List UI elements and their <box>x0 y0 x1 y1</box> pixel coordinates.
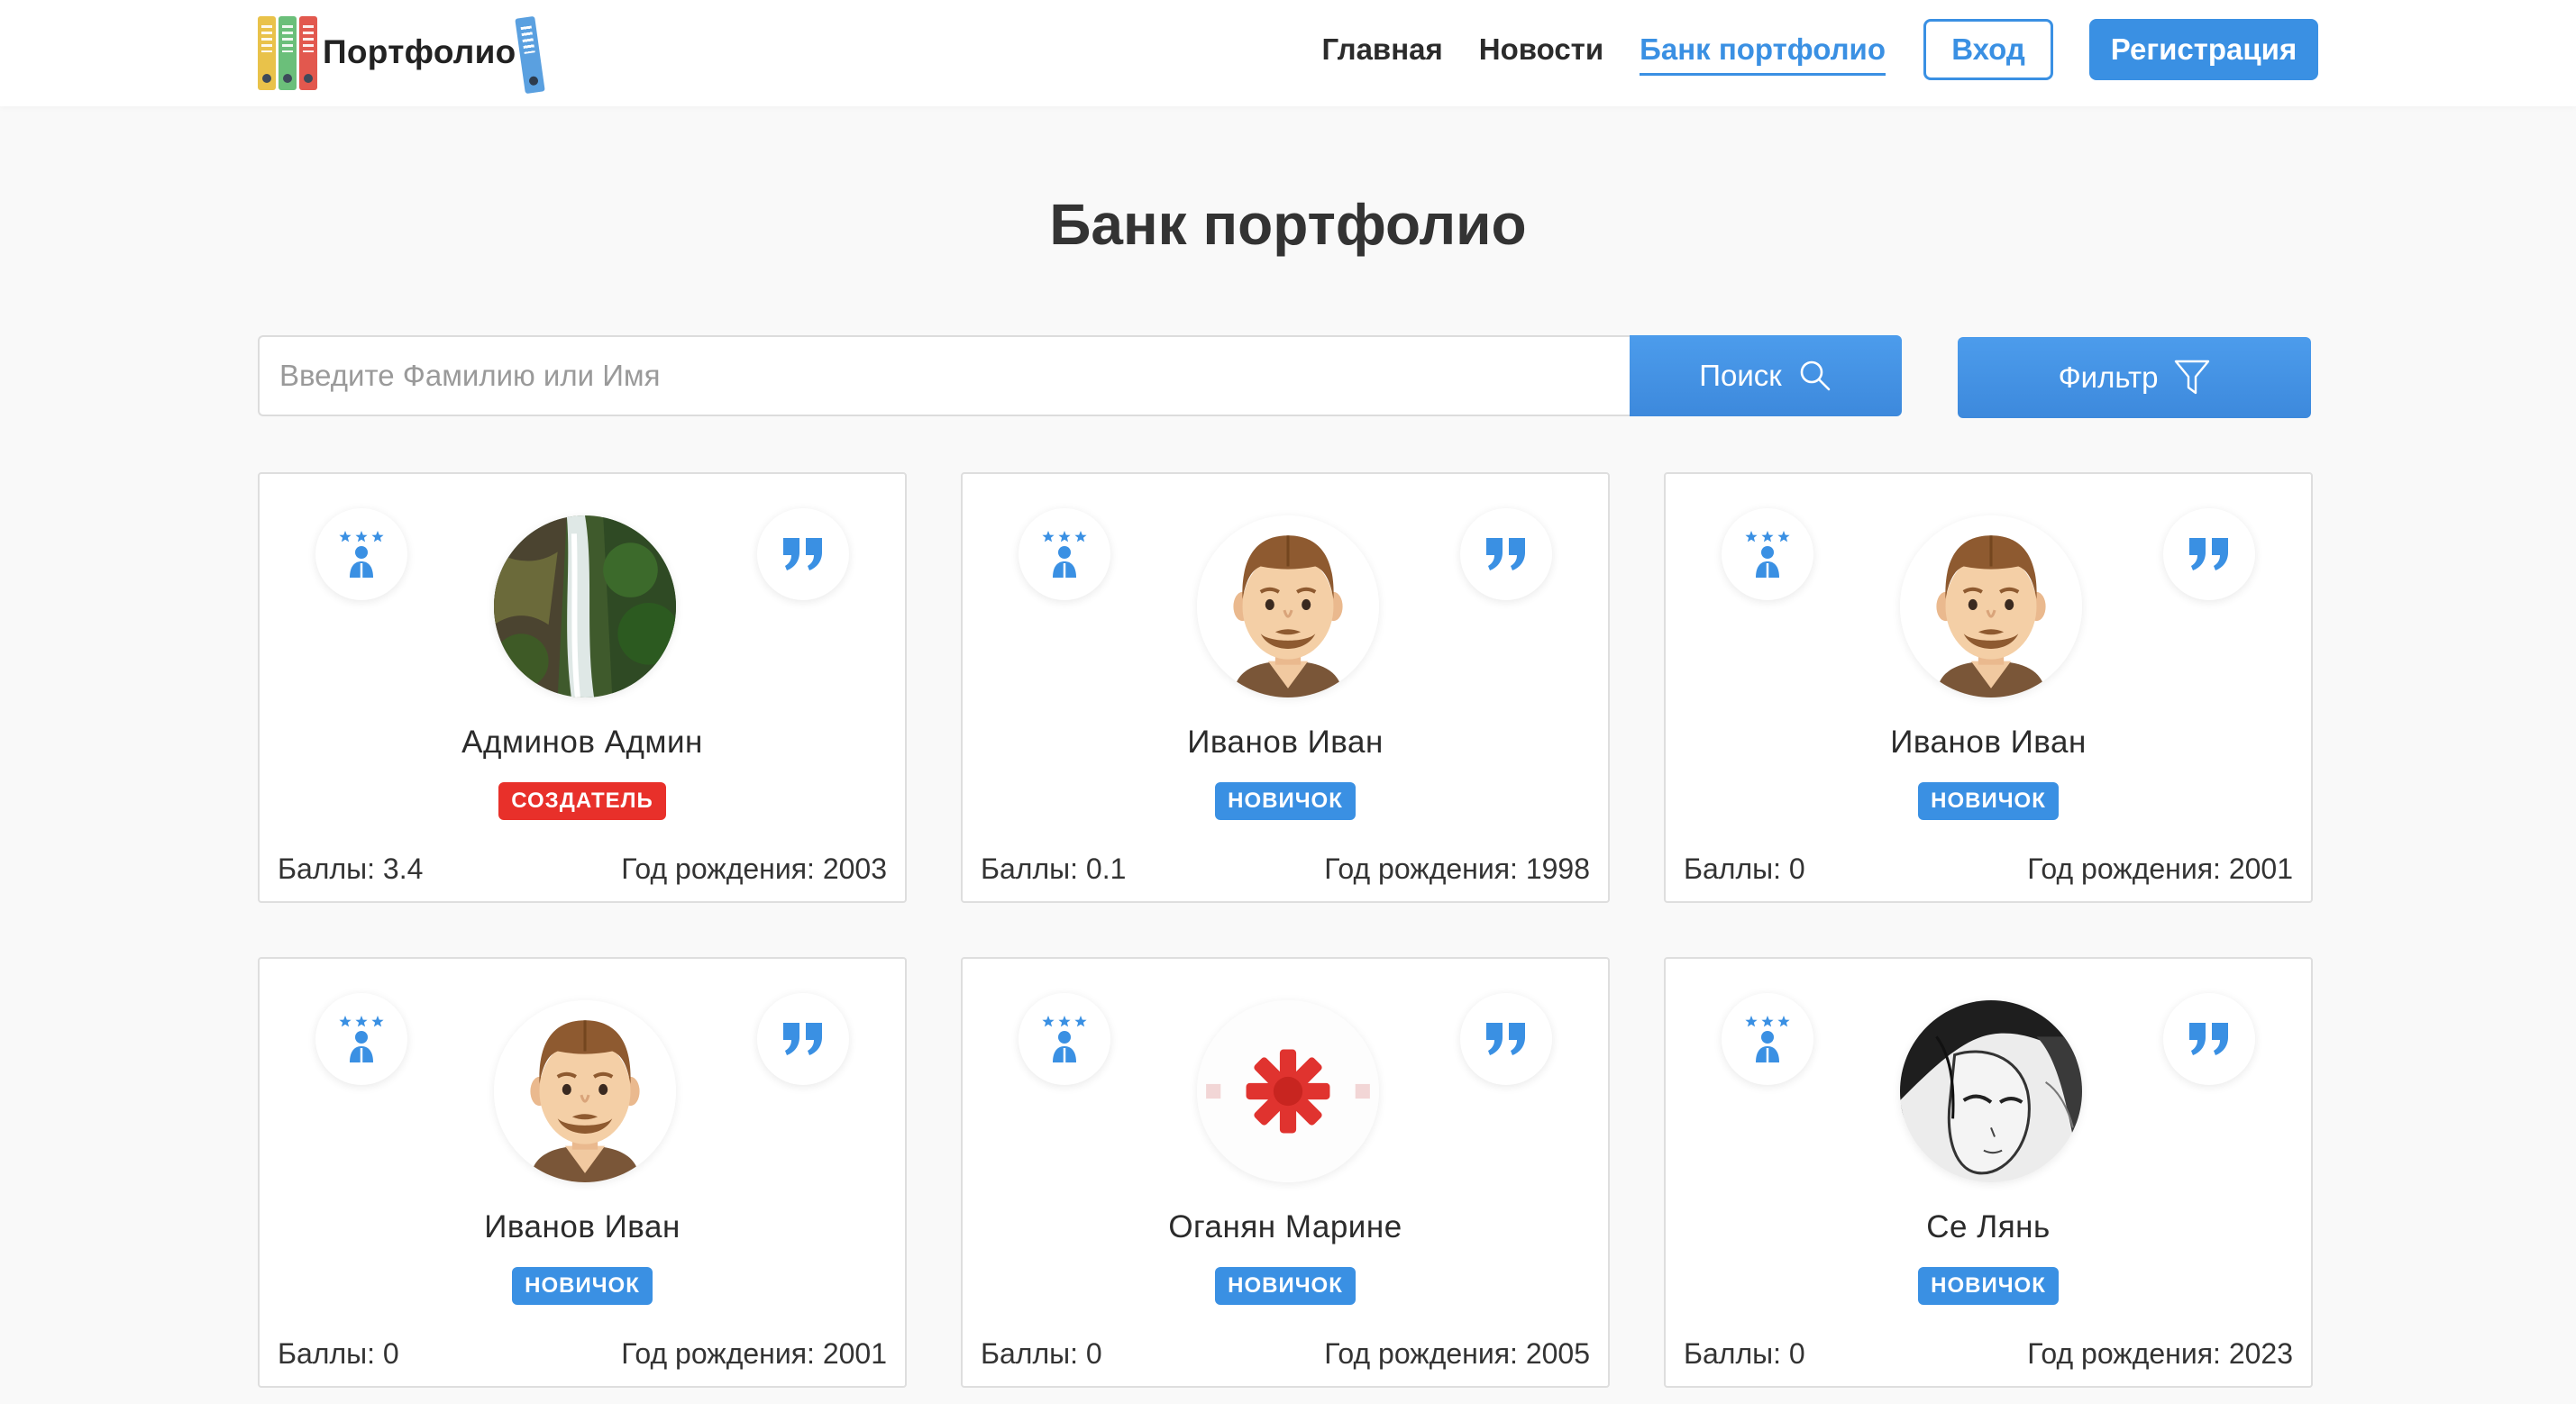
user-name[interactable]: Оганян Марине <box>963 1209 1608 1245</box>
site-header: Портфолио Главная Новости Банк портфолио… <box>0 0 2576 106</box>
avatar[interactable] <box>1900 515 2082 697</box>
quote-button[interactable] <box>2163 993 2255 1085</box>
rank-badge: СОЗДАТЕЛЬ <box>498 782 666 820</box>
portfolio-card-5[interactable]: Оганян Марине НОВИЧОК Баллы: 0 Год рожде… <box>961 957 1610 1388</box>
login-button[interactable]: Вход <box>1923 19 2053 80</box>
rating-button[interactable] <box>315 993 407 1085</box>
rating-button[interactable] <box>1019 993 1110 1085</box>
score-text: Баллы: 0 <box>278 1337 399 1370</box>
score-text: Баллы: 0 <box>981 1337 1102 1370</box>
quote-button[interactable] <box>757 993 849 1085</box>
birth-year-text: Год рождения: 2001 <box>621 1337 887 1370</box>
score-text: Баллы: 0.1 <box>981 852 1127 885</box>
quote-button[interactable] <box>2163 508 2255 600</box>
rank-badge: НОВИЧОК <box>1215 1267 1356 1305</box>
default-avatar-image <box>1197 515 1379 697</box>
stars-person-icon <box>339 531 384 578</box>
score-text: Баллы: 0 <box>1684 852 1805 885</box>
rating-button[interactable] <box>315 508 407 600</box>
site-logo[interactable]: Портфолио <box>258 11 545 95</box>
quote-icon <box>1486 1023 1525 1055</box>
portfolio-card-6[interactable]: Се Лянь НОВИЧОК Баллы: 0 Год рождения: 2… <box>1664 957 2313 1388</box>
score-text: Баллы: 0 <box>1684 1337 1805 1370</box>
nav-link-portfolio-bank[interactable]: Банк портфолио <box>1640 32 1886 76</box>
default-avatar-image <box>1900 515 2082 697</box>
portfolio-card-2[interactable]: Иванов Иван НОВИЧОК Баллы: 0.1 Год рожде… <box>961 472 1610 903</box>
user-name[interactable]: Се Лянь <box>1666 1209 2311 1245</box>
red-ornament-image <box>1197 1000 1379 1182</box>
binders-logo-icon <box>258 14 317 90</box>
quote-icon <box>783 1023 822 1055</box>
birth-year-text: Год рождения: 2005 <box>1324 1337 1590 1370</box>
score-text: Баллы: 3.4 <box>278 852 424 885</box>
stars-person-icon <box>1042 1016 1087 1062</box>
waterfall-photo-image <box>494 515 676 697</box>
birth-year-text: Год рождения: 2001 <box>2027 852 2293 885</box>
nav-link-home[interactable]: Главная <box>1322 32 1443 67</box>
search-input[interactable] <box>258 335 1630 416</box>
stars-person-icon <box>1745 531 1790 578</box>
user-name[interactable]: Иванов Иван <box>260 1209 905 1245</box>
quote-button[interactable] <box>1460 508 1552 600</box>
avatar[interactable] <box>494 1000 676 1182</box>
rank-badge: НОВИЧОК <box>1215 782 1356 820</box>
rating-button[interactable] <box>1722 508 1813 600</box>
birth-year-text: Год рождения: 2023 <box>2027 1337 2293 1370</box>
search-button-label: Поиск <box>1699 359 1782 392</box>
avatar[interactable] <box>1197 515 1379 697</box>
filter-button-label: Фильтр <box>2058 360 2159 394</box>
quote-icon <box>1486 538 1525 570</box>
portfolio-card-4[interactable]: Иванов Иван НОВИЧОК Баллы: 0 Год рождени… <box>258 957 907 1388</box>
rank-badge: НОВИЧОК <box>1918 782 2059 820</box>
portfolio-card-3[interactable]: Иванов Иван НОВИЧОК Баллы: 0 Год рождени… <box>1664 472 2313 903</box>
stars-person-icon <box>339 1016 384 1062</box>
page-title: Банк портфолио <box>1049 192 1527 257</box>
nav-link-news[interactable]: Новости <box>1479 32 1603 67</box>
main-nav: Главная Новости Банк портфолио Вход Реги… <box>1286 18 2318 81</box>
search-icon <box>1800 360 1831 391</box>
avatar[interactable] <box>1197 1000 1379 1182</box>
quote-icon <box>783 538 822 570</box>
quote-icon <box>2189 1023 2228 1055</box>
rank-badge: НОВИЧОК <box>1918 1267 2059 1305</box>
quote-button[interactable] <box>757 508 849 600</box>
stars-person-icon <box>1745 1016 1790 1062</box>
user-name[interactable]: Иванов Иван <box>1666 725 2311 761</box>
quote-button[interactable] <box>1460 993 1552 1085</box>
filter-icon <box>2175 360 2210 395</box>
rank-badge: НОВИЧОК <box>512 1267 653 1305</box>
search-button[interactable]: Поиск <box>1630 335 1902 416</box>
anime-sketch-image <box>1900 1000 2082 1182</box>
quote-icon <box>2189 538 2228 570</box>
stars-person-icon <box>1042 531 1087 578</box>
birth-year-text: Год рождения: 2003 <box>621 852 887 885</box>
rating-button[interactable] <box>1019 508 1110 600</box>
avatar[interactable] <box>494 515 676 697</box>
birth-year-text: Год рождения: 1998 <box>1324 852 1590 885</box>
default-avatar-image <box>494 1000 676 1182</box>
user-name[interactable]: Админов Админ <box>260 725 905 761</box>
user-name[interactable]: Иванов Иван <box>963 725 1608 761</box>
blue-binder-logo-icon <box>514 15 545 95</box>
avatar[interactable] <box>1900 1000 2082 1182</box>
register-button[interactable]: Регистрация <box>2089 19 2318 80</box>
filter-button[interactable]: Фильтр <box>1958 337 2311 418</box>
portfolio-card-1[interactable]: Админов Админ СОЗДАТЕЛЬ Баллы: 3.4 Год р… <box>258 472 907 903</box>
rating-button[interactable] <box>1722 993 1813 1085</box>
logo-text: Портфолио <box>323 33 516 70</box>
